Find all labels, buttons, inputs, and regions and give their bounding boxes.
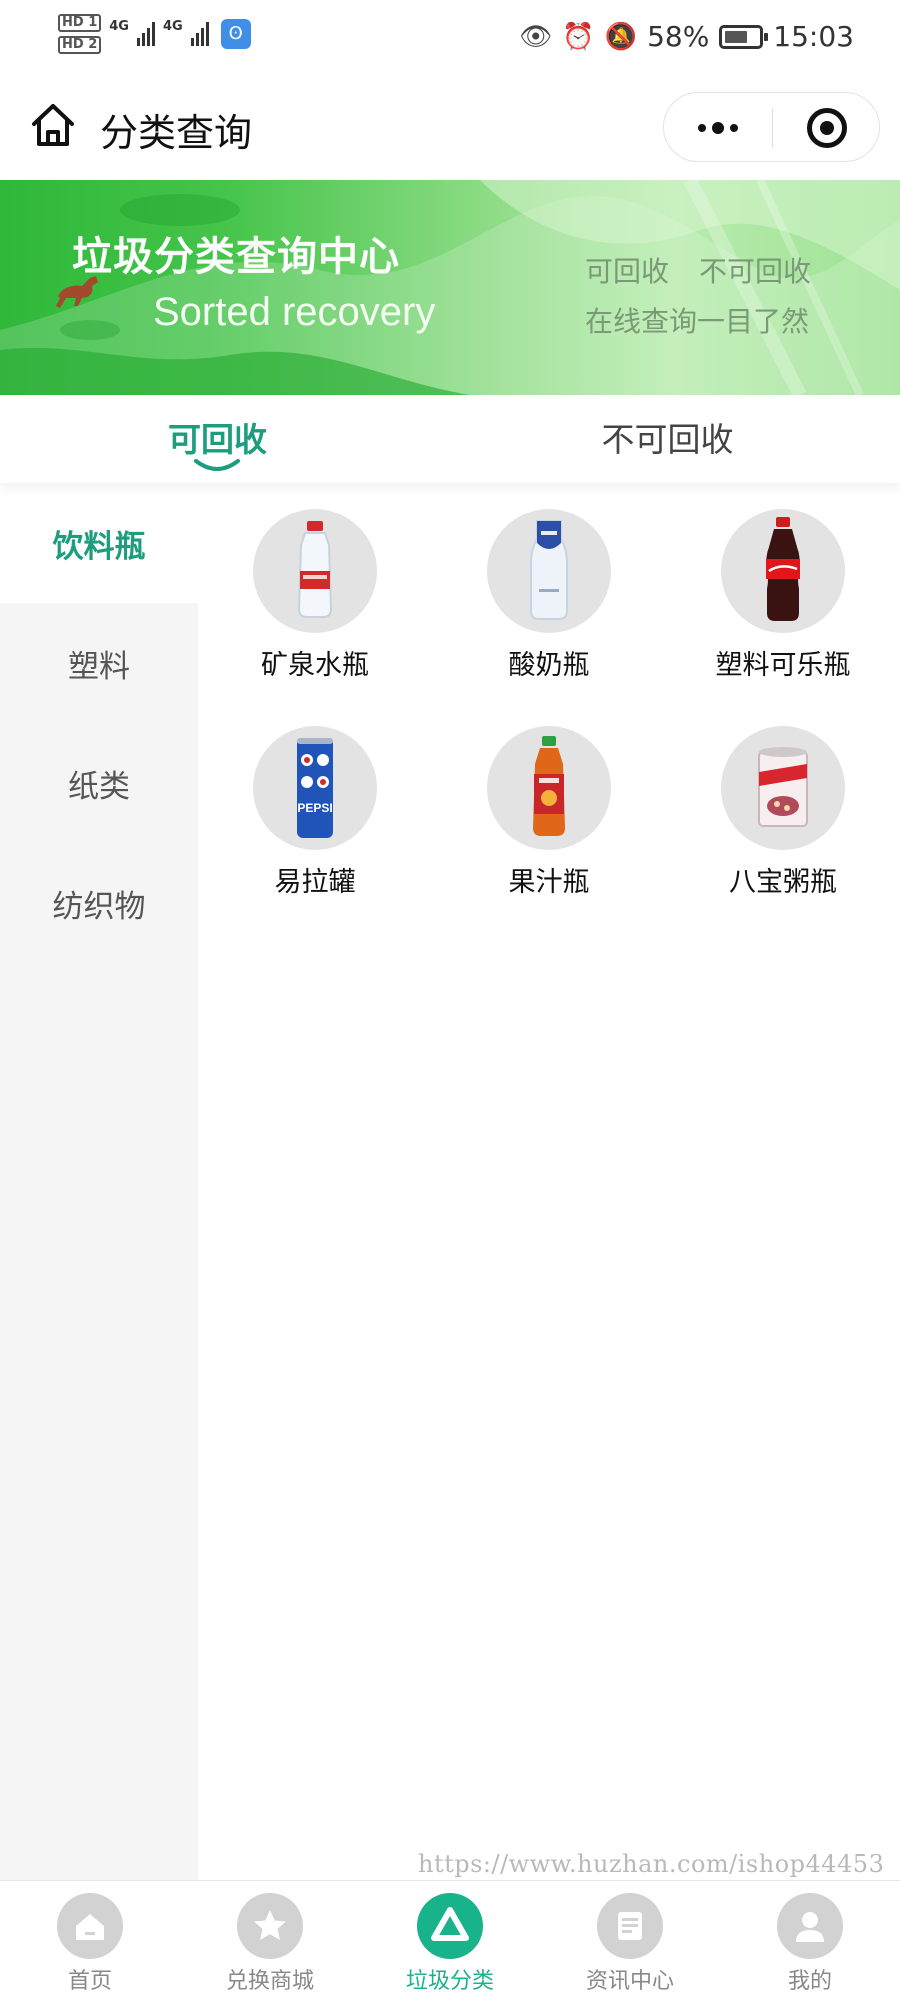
category-tabs: 可回收 不可回收 — [0, 395, 900, 483]
tab-profile[interactable]: 我的 — [720, 1881, 900, 2000]
page-title: 分类查询 — [100, 111, 253, 155]
tab-label: 我的 — [787, 1969, 832, 1994]
sim-indicators: HD 1 HD 2 — [58, 14, 102, 54]
porridge-can-image — [721, 726, 845, 850]
grid-item-pepsi-can[interactable]: PEPSI 易拉罐 — [198, 700, 432, 910]
mini-program-capsule — [663, 92, 880, 162]
pepsi-can-image: PEPSI — [253, 726, 377, 850]
banner-tag-recyclable: 可回收 — [585, 255, 670, 288]
clock: 15:03 — [773, 20, 854, 53]
tab-label: 资讯中心 — [585, 1969, 674, 1994]
user-icon — [777, 1893, 843, 1959]
eye-comfort-icon: 👁 — [519, 21, 553, 52]
sidebar-item-drink-bottles[interactable]: 饮料瓶 — [0, 483, 198, 603]
close-mini-program-icon[interactable] — [773, 93, 881, 163]
tab-recyclable[interactable]: 可回收 — [120, 413, 315, 461]
sidebar-item-plastic[interactable]: 塑料 — [0, 603, 198, 723]
grid-item-yogurt-bottle[interactable]: 酸奶瓶 — [432, 483, 666, 693]
tab-label: 垃圾分类 — [405, 1969, 494, 1994]
home-icon[interactable] — [28, 100, 78, 150]
news-icon — [597, 1893, 663, 1959]
status-left: HD 1 HD 2 4G 4G ʘ — [58, 14, 251, 54]
more-menu-icon[interactable] — [664, 93, 772, 163]
sim2-badge: HD 2 — [58, 36, 102, 54]
grid-item-juice-bottle[interactable]: 果汁瓶 — [432, 700, 666, 910]
tab-exchange-mall[interactable]: 兑换商城 — [180, 1881, 360, 2000]
battery-icon — [719, 24, 769, 49]
signal-1-icon — [136, 22, 155, 46]
watermark: https://www.huzhan.com/ishop44453 — [418, 1850, 885, 1878]
grid-item-water-bottle[interactable]: 矿泉水瓶 — [198, 483, 432, 693]
status-bar: HD 1 HD 2 4G 4G ʘ 👁 ⏰ 🔕 58% 15:03 — [0, 0, 900, 80]
recycle-icon — [417, 1893, 483, 1959]
tab-non-recyclable[interactable]: 不可回收 — [570, 413, 765, 461]
item-label: 酸奶瓶 — [508, 650, 590, 681]
tab-home[interactable]: 首页 — [0, 1881, 180, 2000]
navigation-bar: 分类查询 — [0, 80, 900, 180]
sidebar-item-textiles[interactable]: 纺织物 — [0, 843, 198, 963]
active-tab-indicator — [194, 459, 240, 471]
tab-label: 首页 — [67, 1969, 112, 1994]
signal-2-icon — [190, 22, 209, 46]
home-icon — [57, 1893, 123, 1959]
banner-tagline-2: 在线查询一目了然 — [585, 305, 810, 338]
tab-news-center[interactable]: 资讯中心 — [540, 1881, 720, 2000]
item-label: 八宝粥瓶 — [729, 867, 837, 898]
tab-label: 兑换商城 — [225, 1969, 314, 1994]
water-bottle-image — [253, 509, 377, 633]
status-right: 👁 ⏰ 🔕 58% 15:03 — [519, 20, 854, 53]
cola-bottle-image — [721, 509, 845, 633]
star-icon — [237, 1893, 303, 1959]
item-label: 塑料可乐瓶 — [715, 650, 851, 681]
juice-bottle-image — [487, 726, 611, 850]
grid-item-porridge-can[interactable]: 八宝粥瓶 — [666, 700, 900, 910]
banner-tag-non-recyclable: 不可回收 — [699, 255, 812, 288]
banner-tagline-1: 可回收 不可回收 — [585, 250, 841, 290]
network-type-1: 4G — [109, 18, 129, 34]
alarm-icon: ⏰ — [562, 21, 595, 52]
item-label: 果汁瓶 — [508, 867, 590, 898]
banner-subtitle: Sorted recovery — [153, 290, 436, 334]
banner-title: 垃圾分类查询中心 — [72, 234, 400, 280]
category-sidebar: 饮料瓶 塑料 纸类 纺织物 — [0, 483, 198, 1880]
sim1-badge: HD 1 — [58, 14, 102, 32]
grid-item-cola-bottle[interactable]: 塑料可乐瓶 — [666, 483, 900, 693]
bottom-tab-bar: 首页 兑换商城 垃圾分类 资讯中心 我的 — [0, 1880, 900, 2000]
yogurt-bottle-image — [487, 509, 611, 633]
mute-bell-icon: 🔕 — [604, 21, 638, 52]
sidebar-item-paper[interactable]: 纸类 — [0, 723, 198, 843]
item-label: 矿泉水瓶 — [261, 650, 369, 681]
battery-percent: 58% — [647, 20, 710, 53]
banner: 垃圾分类查询中心 Sorted recovery 可回收 不可回收 在线查询一目了… — [0, 180, 900, 395]
app-notification-icon: ʘ — [220, 19, 251, 49]
item-label: 易拉罐 — [274, 867, 356, 898]
network-type-2: 4G — [162, 18, 183, 34]
can-brand-text: PEPSI — [297, 801, 332, 815]
tab-garbage-sorting[interactable]: 垃圾分类 — [360, 1881, 540, 2000]
